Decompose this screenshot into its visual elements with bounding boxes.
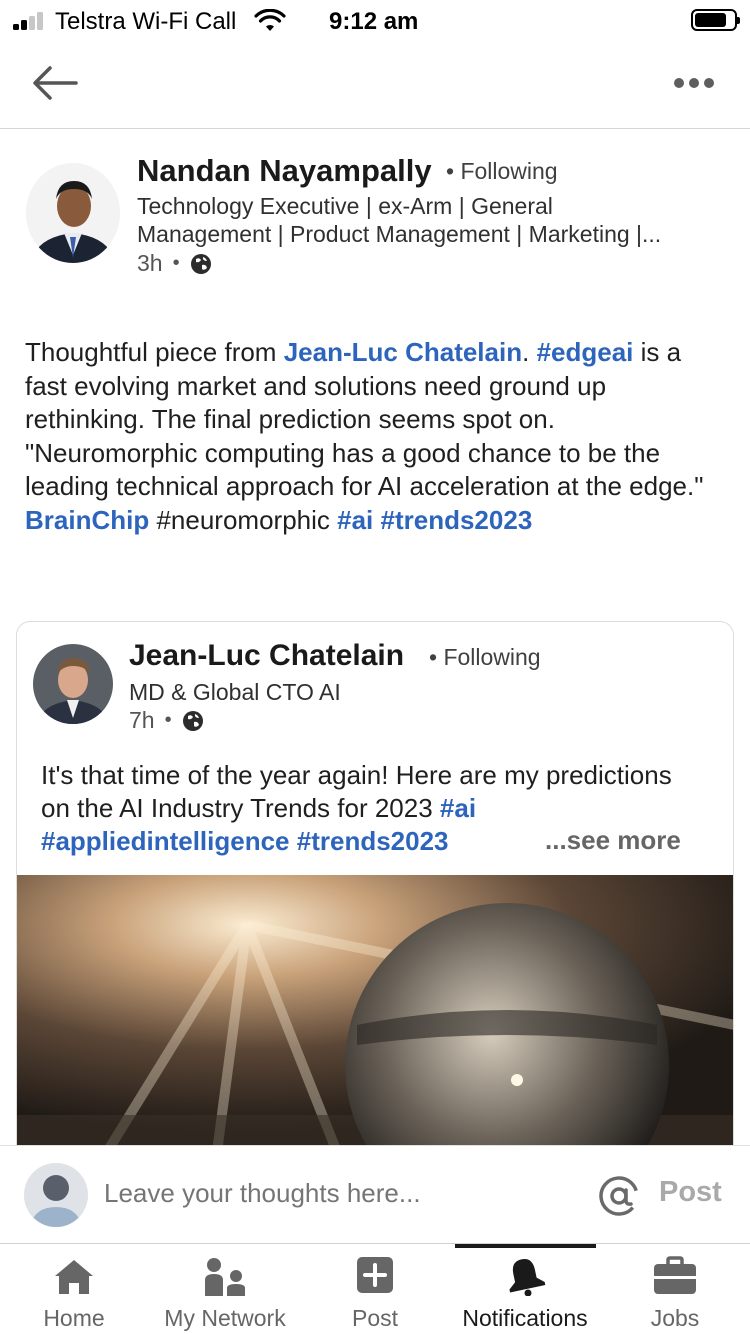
nav-item-jobs[interactable]: Jobs [630,1244,720,1334]
bottom-navigation: Home My Network Post Notifications Jobs [0,1244,750,1334]
nav-label: Home [43,1305,105,1331]
top-navigation-bar [0,42,750,129]
battery-icon [691,9,740,31]
home-icon [55,1260,93,1294]
comment-input[interactable] [104,1178,574,1209]
carrier-label: Telstra Wi-Fi Call [55,8,237,35]
user-avatar [24,1163,88,1227]
wifi-icon [254,9,286,31]
separator-dot: • [164,709,172,731]
mention-link[interactable]: BrainChip [25,505,149,535]
author-avatar[interactable] [26,163,120,263]
network-icon [205,1258,245,1296]
post-text-segment: #neuromorphic [149,504,338,535]
shared-follow-status: • Following [429,644,541,670]
see-more-link[interactable]: ...see more [545,825,681,856]
nav-label: Notifications [462,1305,588,1331]
arrow-left-icon[interactable] [30,62,80,104]
nav-item-notifications[interactable]: Notifications [445,1244,605,1334]
shared-post-time: 7h [129,707,155,733]
article-image[interactable] [17,875,734,1151]
briefcase-icon [654,1256,696,1294]
shared-post-meta: 7h • [129,707,204,734]
globe-icon [182,710,203,731]
headline-line: Management | Product Management | Market… [137,221,662,247]
shared-text-segment: It's that time of the year again! Here a… [41,760,672,823]
separator-dot: • [172,252,180,274]
shared-author-headline: MD & Global CTO AI [129,679,341,705]
shared-post-card[interactable]: Jean-Luc Chatelain • Following MD & Glob… [16,621,734,1151]
nav-label: Post [351,1305,399,1331]
post-comment-button[interactable]: Post [659,1176,722,1209]
post-text-segment: . [522,337,537,367]
at-sign-icon[interactable] [597,1174,641,1218]
headline-line: Technology Executive | ex-Arm | General [137,193,553,219]
nav-item-my-network[interactable]: My Network [150,1244,300,1334]
hashtag-link[interactable]: #trends2023 [297,826,449,856]
nav-item-home[interactable]: Home [18,1244,130,1334]
post-body: Thoughtful piece from Jean-Luc Chatelain… [25,336,725,537]
nav-item-post[interactable]: Post [330,1244,420,1334]
bell-icon [509,1259,546,1296]
ellipsis-icon[interactable] [668,70,720,96]
nav-label: My Network [164,1305,286,1331]
hashtag-link[interactable]: #trends2023 [381,505,533,535]
post-meta: 3h • [137,250,212,277]
globe-icon [190,253,211,274]
hashtag-link[interactable]: #ai [440,793,476,823]
hashtag-link[interactable]: #appliedintelligence [41,826,290,856]
post-time: 3h [137,250,163,276]
author-headline: Technology Executive | ex-Arm | General … [137,192,717,248]
comment-bar: Post [0,1145,750,1244]
cellular-signal-icon [13,12,47,30]
plus-square-icon [357,1257,393,1293]
mention-link[interactable]: Jean-Luc Chatelain [284,337,522,367]
nav-label: Jobs [650,1305,700,1331]
clock: 9:12 am [329,8,419,35]
post-text-segment: Thoughtful piece from [25,337,284,367]
hashtag-link[interactable]: #edgeai [537,337,634,367]
author-name[interactable]: Nandan Nayampally [137,153,432,189]
follow-status: • Following [446,158,558,184]
hashtag-link[interactable]: #ai [337,505,373,535]
shared-author-name[interactable]: Jean-Luc Chatelain [129,639,404,673]
status-bar: Telstra Wi-Fi Call 9:12 am [0,0,750,42]
shared-author-avatar[interactable] [33,644,113,724]
